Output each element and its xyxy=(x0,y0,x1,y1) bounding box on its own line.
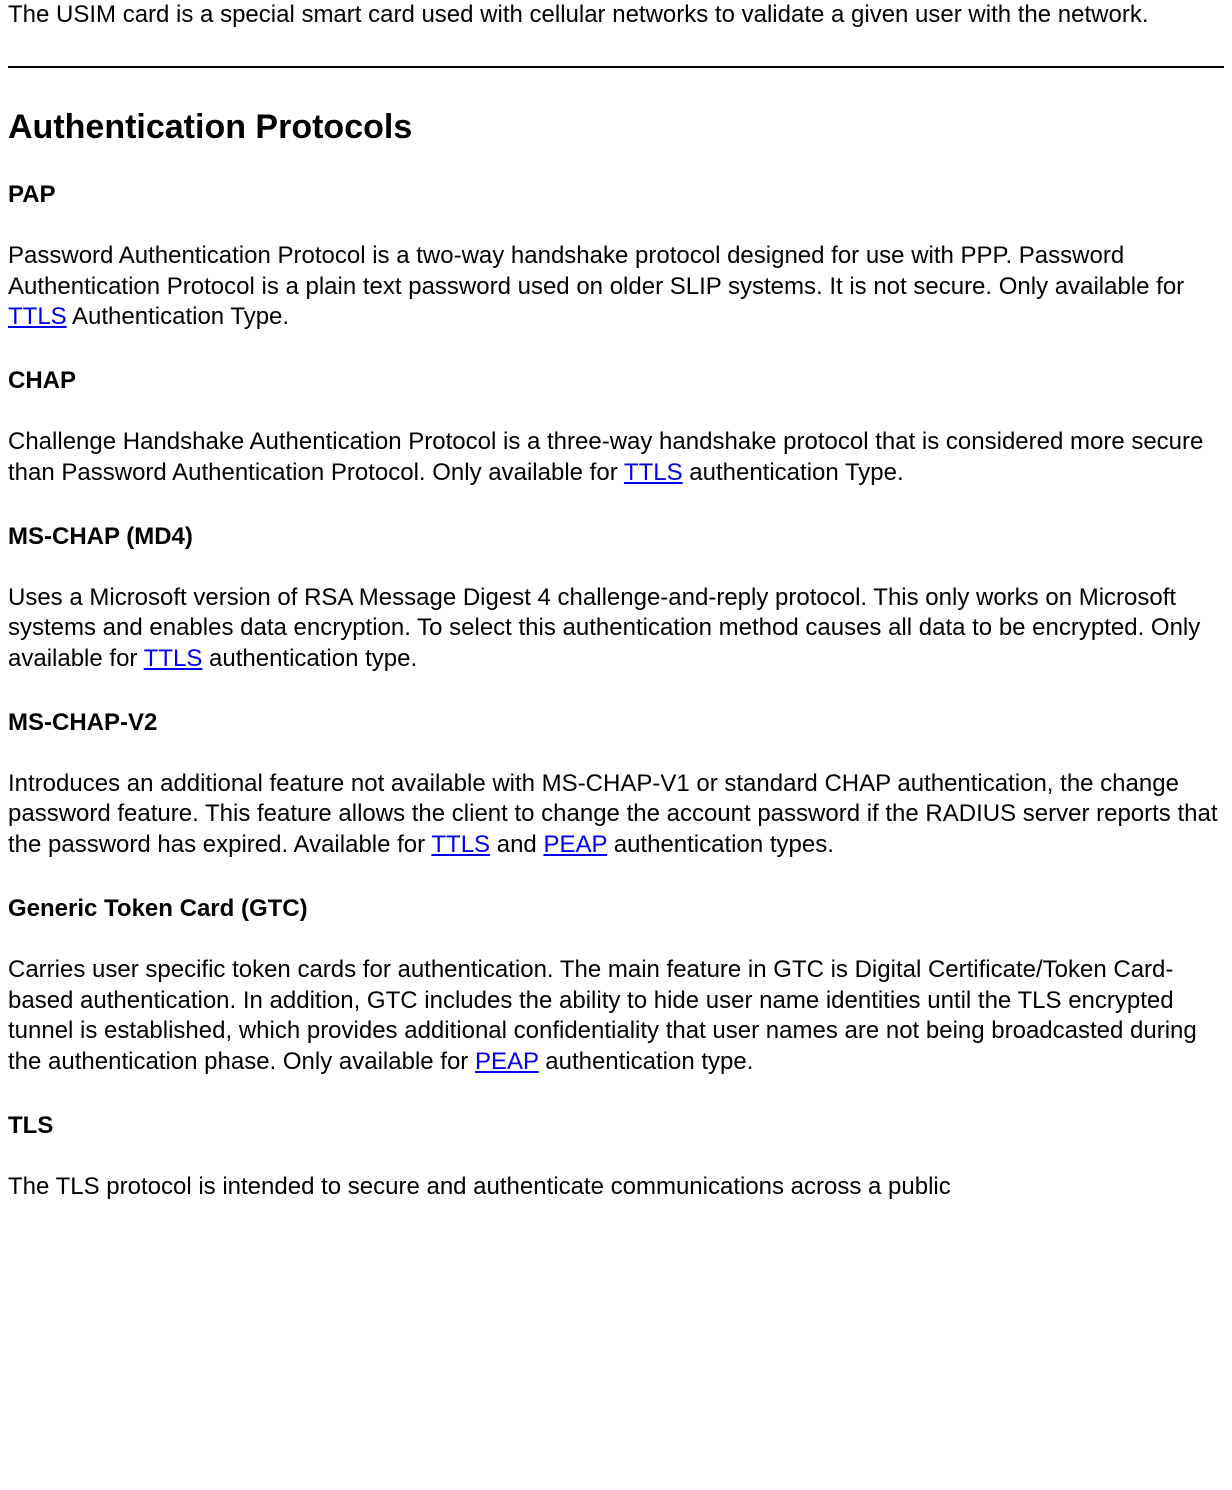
text-gtc-b: authentication type. xyxy=(539,1048,754,1075)
link-peap[interactable]: PEAP xyxy=(543,831,607,858)
text-mschap-v2-b: and xyxy=(490,831,543,858)
subheading-gtc: Generic Token Card (GTC) xyxy=(8,895,1224,923)
link-ttls[interactable]: TTLS xyxy=(8,303,67,330)
text-chap-a: Challenge Handshake Authentication Proto… xyxy=(8,428,1203,486)
link-ttls[interactable]: TTLS xyxy=(144,645,203,672)
subheading-chap: CHAP xyxy=(8,367,1224,395)
paragraph-gtc: Carries user specific token cards for au… xyxy=(8,955,1224,1078)
link-ttls[interactable]: TTLS xyxy=(624,459,683,486)
document-page: The USIM card is a special smart card us… xyxy=(0,0,1232,1203)
subheading-tls: TLS xyxy=(8,1112,1224,1140)
subheading-pap: PAP xyxy=(8,181,1224,209)
horizontal-rule xyxy=(8,66,1224,68)
paragraph-mschap-md4: Uses a Microsoft version of RSA Message … xyxy=(8,583,1224,675)
subheading-mschap-md4: MS-CHAP (MD4) xyxy=(8,523,1224,551)
text-pap-b: Authentication Type. xyxy=(67,303,289,330)
text-tls-a: The TLS protocol is intended to secure a… xyxy=(8,1173,951,1200)
text-chap-b: authentication Type. xyxy=(683,459,904,486)
paragraph-tls: The TLS protocol is intended to secure a… xyxy=(8,1172,1224,1203)
text-mschap-md4-b: authentication type. xyxy=(202,645,417,672)
text-mschap-v2-c: authentication types. xyxy=(607,831,834,858)
intro-paragraph: The USIM card is a special smart card us… xyxy=(8,0,1224,30)
paragraph-mschap-v2: Introduces an additional feature not ava… xyxy=(8,769,1224,861)
link-peap[interactable]: PEAP xyxy=(475,1048,539,1075)
paragraph-pap: Password Authentication Protocol is a tw… xyxy=(8,241,1224,333)
paragraph-chap: Challenge Handshake Authentication Proto… xyxy=(8,427,1224,488)
text-pap-a: Password Authentication Protocol is a tw… xyxy=(8,242,1184,300)
link-ttls[interactable]: TTLS xyxy=(431,831,490,858)
section-heading-auth-protocols: Authentication Protocols xyxy=(8,108,1224,147)
subheading-mschap-v2: MS-CHAP-V2 xyxy=(8,709,1224,737)
